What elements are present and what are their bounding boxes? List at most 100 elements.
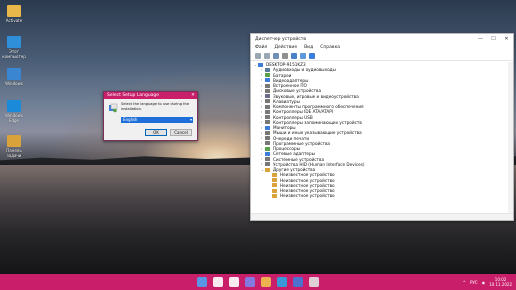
device-tree-label: Неизвестное устройство	[280, 193, 335, 199]
search-icon[interactable]	[213, 277, 223, 287]
device-tree-label: Неизвестное устройство	[280, 172, 335, 178]
device-tree-label: Батареи	[273, 72, 292, 78]
device-tree-label: Программные устройства	[273, 140, 330, 146]
device-tree-label: Устройства HID (Human Interface Devices)	[273, 161, 365, 167]
cancel-button[interactable]: Cancel	[170, 129, 192, 136]
desktop-icon-label: Windows	[5, 81, 23, 86]
help-icon[interactable]	[291, 52, 297, 59]
device-icon	[265, 162, 270, 167]
device-tree-label: Неизвестное устройство	[280, 177, 335, 183]
properties-icon[interactable]	[273, 52, 279, 59]
dialog-message: Select the language to use during the in…	[121, 102, 190, 111]
device-tree-label: Системные устройства	[273, 156, 325, 162]
device-icon	[265, 109, 270, 114]
device-icon	[265, 167, 270, 172]
device-icon	[265, 78, 270, 83]
device-icon	[272, 178, 277, 183]
desktop-icon[interactable]: Панель задачи	[0, 135, 28, 158]
desktop-icon[interactable]: Этот компьютер	[0, 36, 28, 59]
clock[interactable]: 10:02 10.11.2022	[489, 277, 512, 287]
language-select-value: English	[123, 117, 138, 122]
device-icon	[265, 125, 270, 130]
dialog-close-icon[interactable]: ✕	[189, 93, 197, 98]
setup-logo-icon	[109, 103, 118, 113]
device-icon	[265, 130, 270, 135]
device-icon	[265, 141, 270, 146]
device-icon	[265, 104, 270, 109]
device-tree-node[interactable]: Неизвестное устройство	[252, 193, 507, 198]
setup-icon[interactable]	[309, 277, 319, 287]
explorer-icon[interactable]	[261, 277, 271, 287]
device-tree-label: DESKTOP-9151KZ3	[266, 62, 306, 68]
device-icon	[265, 94, 270, 99]
device-manager-titlebar[interactable]: Диспетчер устройств — ☐ ✕	[251, 34, 513, 44]
edge-icon	[7, 100, 21, 112]
device-icon	[272, 193, 277, 198]
input-language[interactable]: РУС	[470, 280, 478, 285]
device-icon	[265, 120, 270, 125]
device-tree-label: Клавиатуры	[273, 98, 300, 104]
device-tree-label: Другие устройства	[273, 167, 316, 173]
device-icon	[272, 172, 277, 177]
tray-chevron-icon[interactable]: ^	[463, 280, 466, 285]
device-icon	[265, 67, 270, 72]
device-icon	[265, 83, 270, 88]
maximize-button[interactable]: ☐	[487, 36, 500, 42]
monitor-icon[interactable]	[309, 52, 315, 59]
chat-icon[interactable]	[245, 277, 255, 287]
device-tree-label: Контроллеры USB	[273, 114, 313, 120]
device-tree-label: Сетевые адаптеры	[273, 151, 315, 157]
menu-action[interactable]: Действие	[274, 45, 297, 50]
network-icon[interactable]: ◉	[482, 280, 486, 285]
minimize-button[interactable]: —	[474, 36, 487, 42]
ok-button[interactable]: OK	[145, 129, 167, 136]
device-tree-label: Видеоадаптеры	[273, 77, 309, 83]
store-icon[interactable]	[293, 277, 303, 287]
menu-file[interactable]: Файл	[255, 45, 267, 50]
device-manager-window[interactable]: Диспетчер устройств — ☐ ✕ Файл Действие …	[250, 33, 514, 221]
device-icon	[272, 183, 277, 188]
update-driver-icon[interactable]	[282, 52, 288, 59]
task-view-icon[interactable]	[229, 277, 239, 287]
device-icon	[265, 157, 270, 162]
device-icon	[265, 151, 270, 156]
device-icon	[265, 88, 270, 93]
desktop-background: Activate Этот компьютер Windows Windows Edg…	[0, 0, 516, 274]
device-tree-label: Звуковые, игровые и видеоустройства	[273, 93, 359, 99]
device-tree-label: Неизвестное устройство	[280, 182, 335, 188]
setup-language-dialog[interactable]: Select Setup Language ✕ Select the langu…	[103, 91, 198, 141]
desktop-icon[interactable]: Windows Edge	[0, 100, 28, 123]
desktop-icon[interactable]: Activate	[0, 5, 28, 23]
device-icon	[265, 115, 270, 120]
edge-icon[interactable]	[277, 277, 287, 287]
forward-icon[interactable]	[264, 52, 270, 59]
dialog-titlebar[interactable]: Select Setup Language ✕	[104, 92, 197, 99]
system-tray: ^ РУС ◉ 10:02 10.11.2022	[463, 274, 516, 290]
device-manager-menubar: Файл Действие Вид Справка	[251, 44, 513, 51]
menu-view[interactable]: Вид	[304, 45, 313, 50]
device-tree-label: Мыши и иные указывающие устройства	[273, 130, 362, 136]
device-manager-title: Диспетчер устройств	[255, 36, 307, 42]
language-select[interactable]: English ▾	[121, 117, 193, 123]
back-icon[interactable]	[255, 52, 261, 59]
device-tree[interactable]: ⌄ DESKTOP-9151KZ3 › Аудиовходы и аудиовыход…	[252, 62, 507, 214]
device-icon	[258, 62, 263, 67]
start-icon[interactable]	[197, 277, 207, 287]
tree-scrollbar[interactable]	[508, 62, 513, 214]
chevron-down-icon[interactable]: ▾	[190, 117, 192, 123]
device-tree-label: Встроенное ПО	[273, 83, 307, 89]
device-icon	[265, 136, 270, 141]
desktop-icon-label: Этот компьютер	[2, 49, 26, 59]
scan-hardware-icon[interactable]	[300, 52, 306, 59]
status-bar	[251, 213, 513, 220]
folder-icon	[7, 5, 21, 17]
menu-help[interactable]: Справка	[320, 45, 340, 50]
device-icon	[265, 99, 270, 104]
device-icon	[265, 73, 270, 78]
device-tree-label: Компоненты программного обеспечения	[273, 104, 364, 110]
settings-icon	[7, 68, 21, 80]
close-button[interactable]: ✕	[500, 36, 513, 42]
device-tree-label: Неизвестное устройство	[280, 188, 335, 194]
device-tree-label: Мониторы	[273, 125, 296, 131]
desktop-icon[interactable]: Windows	[0, 68, 28, 86]
